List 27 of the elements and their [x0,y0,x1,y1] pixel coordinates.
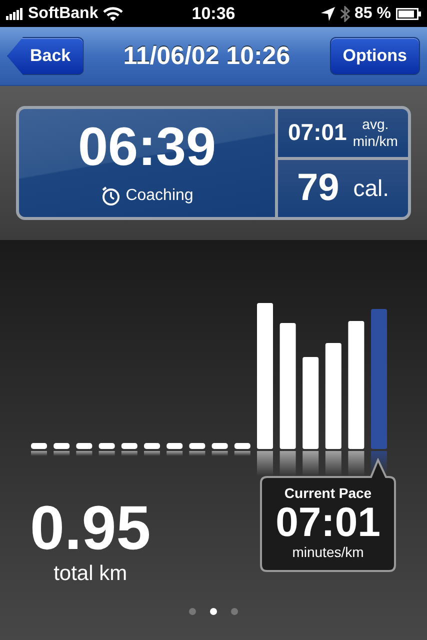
avg-pace-value: 07:01 [288,119,347,146]
distance-value: 0.95 [30,498,151,560]
page-dot[interactable] [210,608,217,615]
carrier-name: SoftBank [28,4,98,22]
options-button[interactable]: Options [330,37,420,75]
battery-icon [396,8,421,20]
location-arrow-icon [320,6,335,20]
avg-label: avg. [362,116,389,133]
back-button[interactable]: Back [7,37,84,75]
pace-title: Current Pace [284,485,372,501]
avg-unit: min/km [352,132,398,150]
status-time: 10:36 [192,4,236,24]
signal-icon [6,8,23,20]
page-dot[interactable] [231,608,238,615]
pace-value: 07:01 [276,501,380,544]
stopwatch-icon [100,186,121,206]
calories-value: 79 [296,166,340,210]
bluetooth-icon [340,6,350,22]
pace-unit: minutes/km [292,544,364,560]
mode-label: Coaching [126,187,194,205]
nav-title: 11/06/02 10:26 [123,42,290,70]
page-dot[interactable] [189,608,196,615]
battery-percent: 85 % [354,4,391,22]
wifi-icon [103,6,124,20]
duration-value: 06:39 [78,120,216,174]
calories-unit: cal. [353,174,390,202]
distance-label: total km [54,562,128,586]
